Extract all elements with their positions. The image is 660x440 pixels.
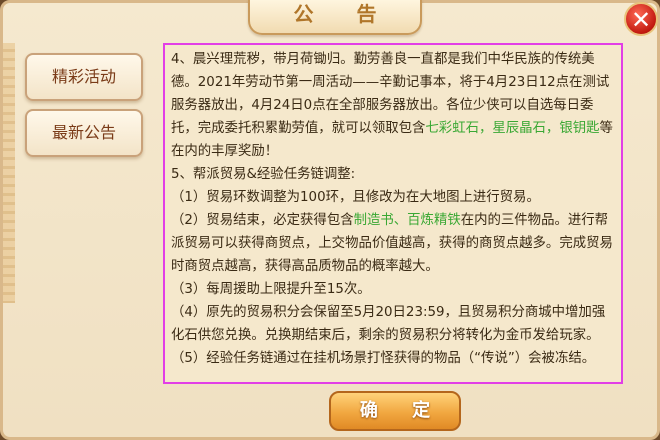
paragraph-5-1: （1）贸易环数调整为100环，且修改为在大地图上进行贸易。 xyxy=(171,190,540,205)
tab-latest-announcement[interactable]: 最新公告 xyxy=(25,109,143,157)
paragraph-5-4: （4）原先的贸易积分会保留至5月20日23:59，且贸易积分商城中增加强化石供您… xyxy=(171,305,606,343)
trade-items-highlight: 制造书、百炼精铁 xyxy=(353,213,461,228)
announcement-dialog: 公 告 精彩活动 最新公告 4、晨兴理荒秽，带月荷锄归。勤劳善良一直都是我们中华… xyxy=(0,0,660,440)
reward-items-highlight: 七彩虹石，星辰晶石，银钥匙 xyxy=(425,121,600,136)
dialog-title: 公 告 xyxy=(248,0,422,35)
paragraph-5-2-text-a: （2）贸易结束，必定获得包含 xyxy=(171,213,354,228)
paragraph-5-heading: 5、帮派贸易&经验任务链调整: xyxy=(171,167,356,182)
paragraph-5-5: （5）经验任务链通过在挂机场景打怪获得的物品（“传说”）会被冻结。 xyxy=(171,351,596,366)
close-icon[interactable]: ✕ xyxy=(624,2,658,36)
announcement-content[interactable]: 4、晨兴理荒秽，带月荷锄归。勤劳善良一直都是我们中华民族的传统美德。2021年劳… xyxy=(163,43,623,384)
paragraph-5-3: （3）每周援助上限提升至15次。 xyxy=(171,282,371,297)
paragraph-5-2: （2）贸易结束，必定获得包含制造书、百炼精铁在内的三件物品。进行帮派贸易可以获得… xyxy=(171,209,615,278)
paragraph-4: 4、晨兴理荒秽，带月荷锄归。勤劳善良一直都是我们中华民族的传统美德。2021年劳… xyxy=(171,48,615,163)
tab-featured-events[interactable]: 精彩活动 xyxy=(25,53,143,101)
left-decoration xyxy=(3,43,15,303)
confirm-button[interactable]: 确 定 xyxy=(329,391,461,431)
